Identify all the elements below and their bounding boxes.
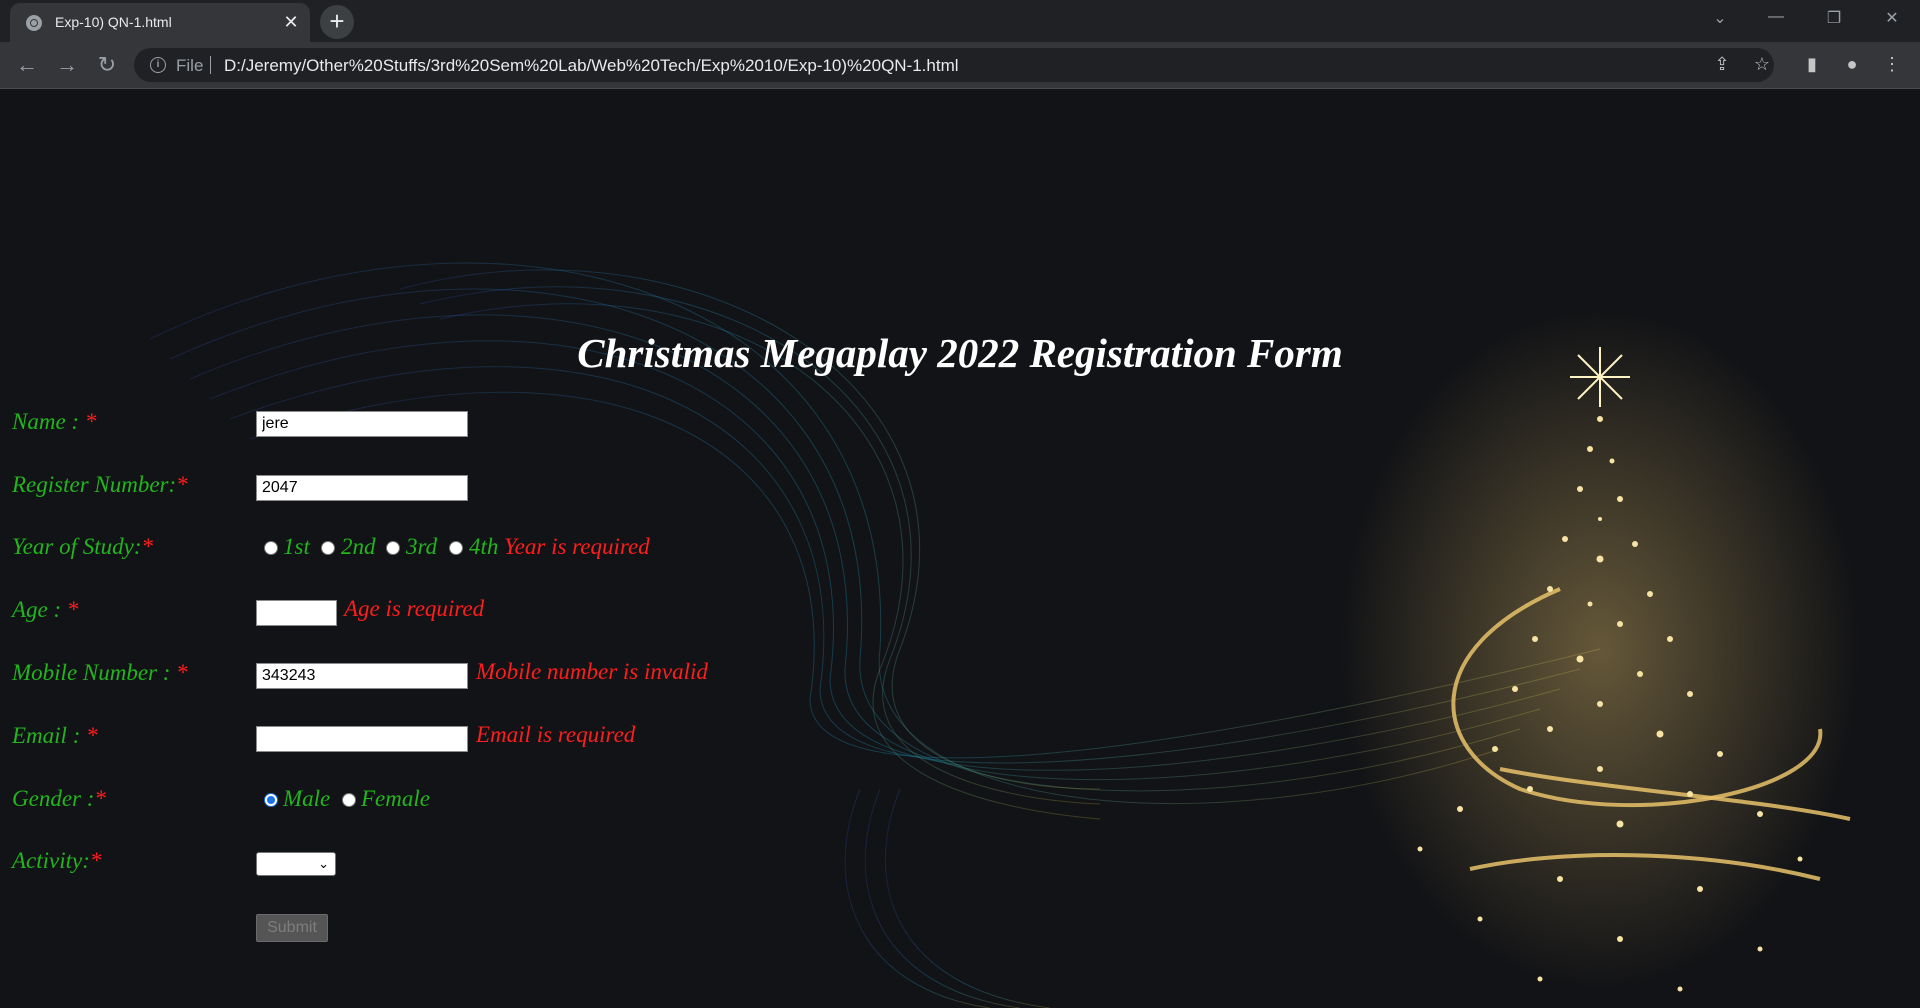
year-error: Year is required — [504, 534, 650, 559]
submit-button[interactable]: Submit — [256, 914, 328, 942]
mobile-error: Mobile number is invalid — [476, 659, 708, 684]
email-error: Email is required — [476, 722, 636, 747]
info-icon[interactable]: i — [150, 57, 166, 73]
required-asterisk: * — [94, 786, 106, 811]
profile-icon[interactable]: ● — [1840, 52, 1864, 76]
email-label: Email : * — [12, 723, 98, 749]
gender-label-text: Gender : — [12, 786, 95, 811]
globe-icon — [26, 15, 42, 31]
age-label-text: Age : — [12, 597, 67, 622]
year-option-3rd: 3rd — [406, 534, 438, 559]
age-label: Age : * — [12, 597, 78, 623]
new-tab-button[interactable]: + — [320, 5, 354, 39]
year-radio-3rd[interactable] — [386, 541, 400, 555]
gender-radio-female[interactable] — [342, 793, 356, 807]
mobile-number-label: Mobile Number : * — [12, 660, 188, 686]
required-asterisk: * — [176, 472, 188, 497]
tab-close-icon[interactable]: ✕ — [280, 11, 302, 33]
register-number-input[interactable] — [256, 475, 468, 501]
register-number-label: Register Number:* — [12, 472, 188, 498]
share-icon[interactable]: ⇪ — [1710, 52, 1734, 76]
email-input[interactable] — [256, 726, 468, 752]
window-close-icon[interactable]: ✕ — [1872, 8, 1912, 28]
browser-tab-bar: Exp-10) QN-1.html ✕ + ⌄ — ❐ ✕ — [0, 0, 1920, 42]
tab-search-icon[interactable]: ⌄ — [1700, 8, 1740, 28]
year-radio-4th[interactable] — [449, 541, 463, 555]
browser-tab[interactable]: Exp-10) QN-1.html ✕ — [10, 3, 310, 42]
required-asterisk: * — [141, 534, 154, 559]
gender-radio-male[interactable] — [264, 793, 278, 807]
year-radio-2nd[interactable] — [321, 541, 335, 555]
year-option-2nd: 2nd — [341, 534, 376, 559]
year-option-1st: 1st — [283, 534, 310, 559]
required-asterisk: * — [86, 723, 98, 748]
activity-label: Activity:* — [12, 848, 101, 874]
address-bar[interactable]: i File D:/Jeremy/Other%20Stuffs/3rd%20Se… — [134, 48, 1774, 82]
required-asterisk: * — [66, 597, 79, 622]
age-error: Age is required — [344, 596, 485, 621]
gender-option-female: Female — [361, 786, 430, 811]
required-asterisk: * — [176, 660, 188, 685]
register-number-label-text: Register Number: — [12, 472, 177, 497]
age-input[interactable] — [256, 600, 337, 626]
side-panel-icon[interactable]: ▮ — [1800, 52, 1824, 76]
year-of-study-label: Year of Study:* — [12, 534, 153, 560]
tab-title: Exp-10) QN-1.html — [55, 14, 172, 30]
browser-toolbar: ← → ↻ i File D:/Jeremy/Other%20Stuffs/3r… — [0, 42, 1920, 89]
mobile-number-label-text: Mobile Number : — [12, 660, 177, 685]
menu-kebab-icon[interactable]: ⋮ — [1880, 52, 1904, 76]
chevron-down-icon: ⌄ — [318, 856, 329, 871]
url-text[interactable]: D:/Jeremy/Other%20Stuffs/3rd%20Sem%20Lab… — [224, 56, 959, 76]
name-label: Name : * — [12, 409, 96, 435]
year-option-4th: 4th — [469, 534, 499, 559]
name-label-text: Name : — [12, 409, 85, 434]
minimize-icon[interactable]: — — [1756, 8, 1796, 26]
url-scheme-label: File — [176, 56, 204, 75]
url-separator — [210, 56, 211, 74]
page-title: Christmas Megaplay 2022 Registration For… — [577, 330, 1343, 376]
email-label-text: Email : — [12, 723, 87, 748]
year-radio-1st[interactable] — [264, 541, 278, 555]
forward-icon[interactable]: → — [52, 50, 82, 80]
bookmark-star-icon[interactable]: ☆ — [1750, 52, 1774, 76]
reload-icon[interactable]: ↻ — [92, 50, 122, 80]
page-viewport: Christmas Megaplay 2022 Registration For… — [0, 89, 1920, 1008]
gender-label: Gender :* — [12, 786, 106, 812]
required-asterisk: * — [84, 409, 97, 434]
restore-icon[interactable]: ❐ — [1814, 8, 1854, 28]
mobile-number-input[interactable] — [256, 663, 468, 689]
back-icon[interactable]: ← — [12, 50, 42, 80]
name-input[interactable] — [256, 411, 468, 437]
activity-select[interactable]: ⌄ — [256, 852, 336, 876]
required-asterisk: * — [89, 848, 102, 873]
year-of-study-label-text: Year of Study: — [12, 534, 142, 559]
gender-option-male: Male — [283, 786, 331, 811]
activity-label-text: Activity: — [12, 848, 90, 873]
